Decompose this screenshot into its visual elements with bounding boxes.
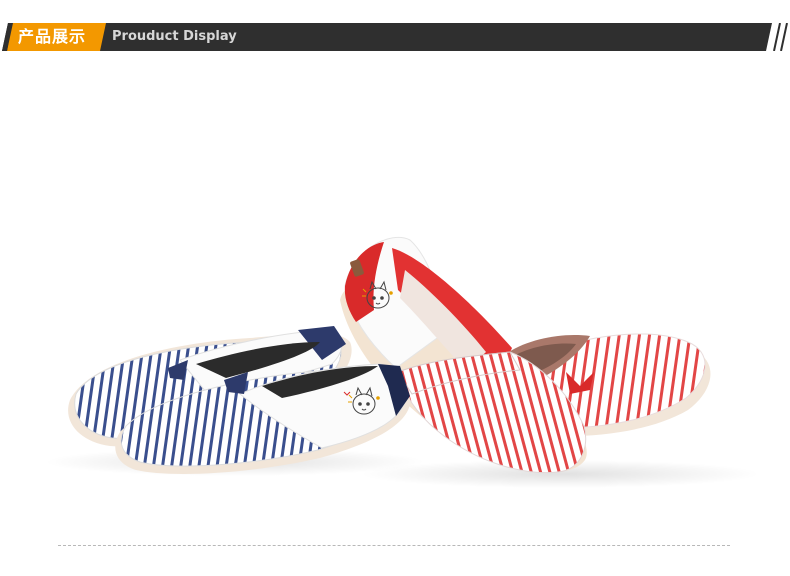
section-title-cn: 产品展示 — [18, 27, 87, 46]
bottom-divider — [58, 545, 730, 546]
section-title-en: Prouduct Display — [112, 29, 237, 44]
product-photo — [45, 236, 760, 488]
section-header-bar: 产品展示 Prouduct Display — [2, 23, 788, 51]
